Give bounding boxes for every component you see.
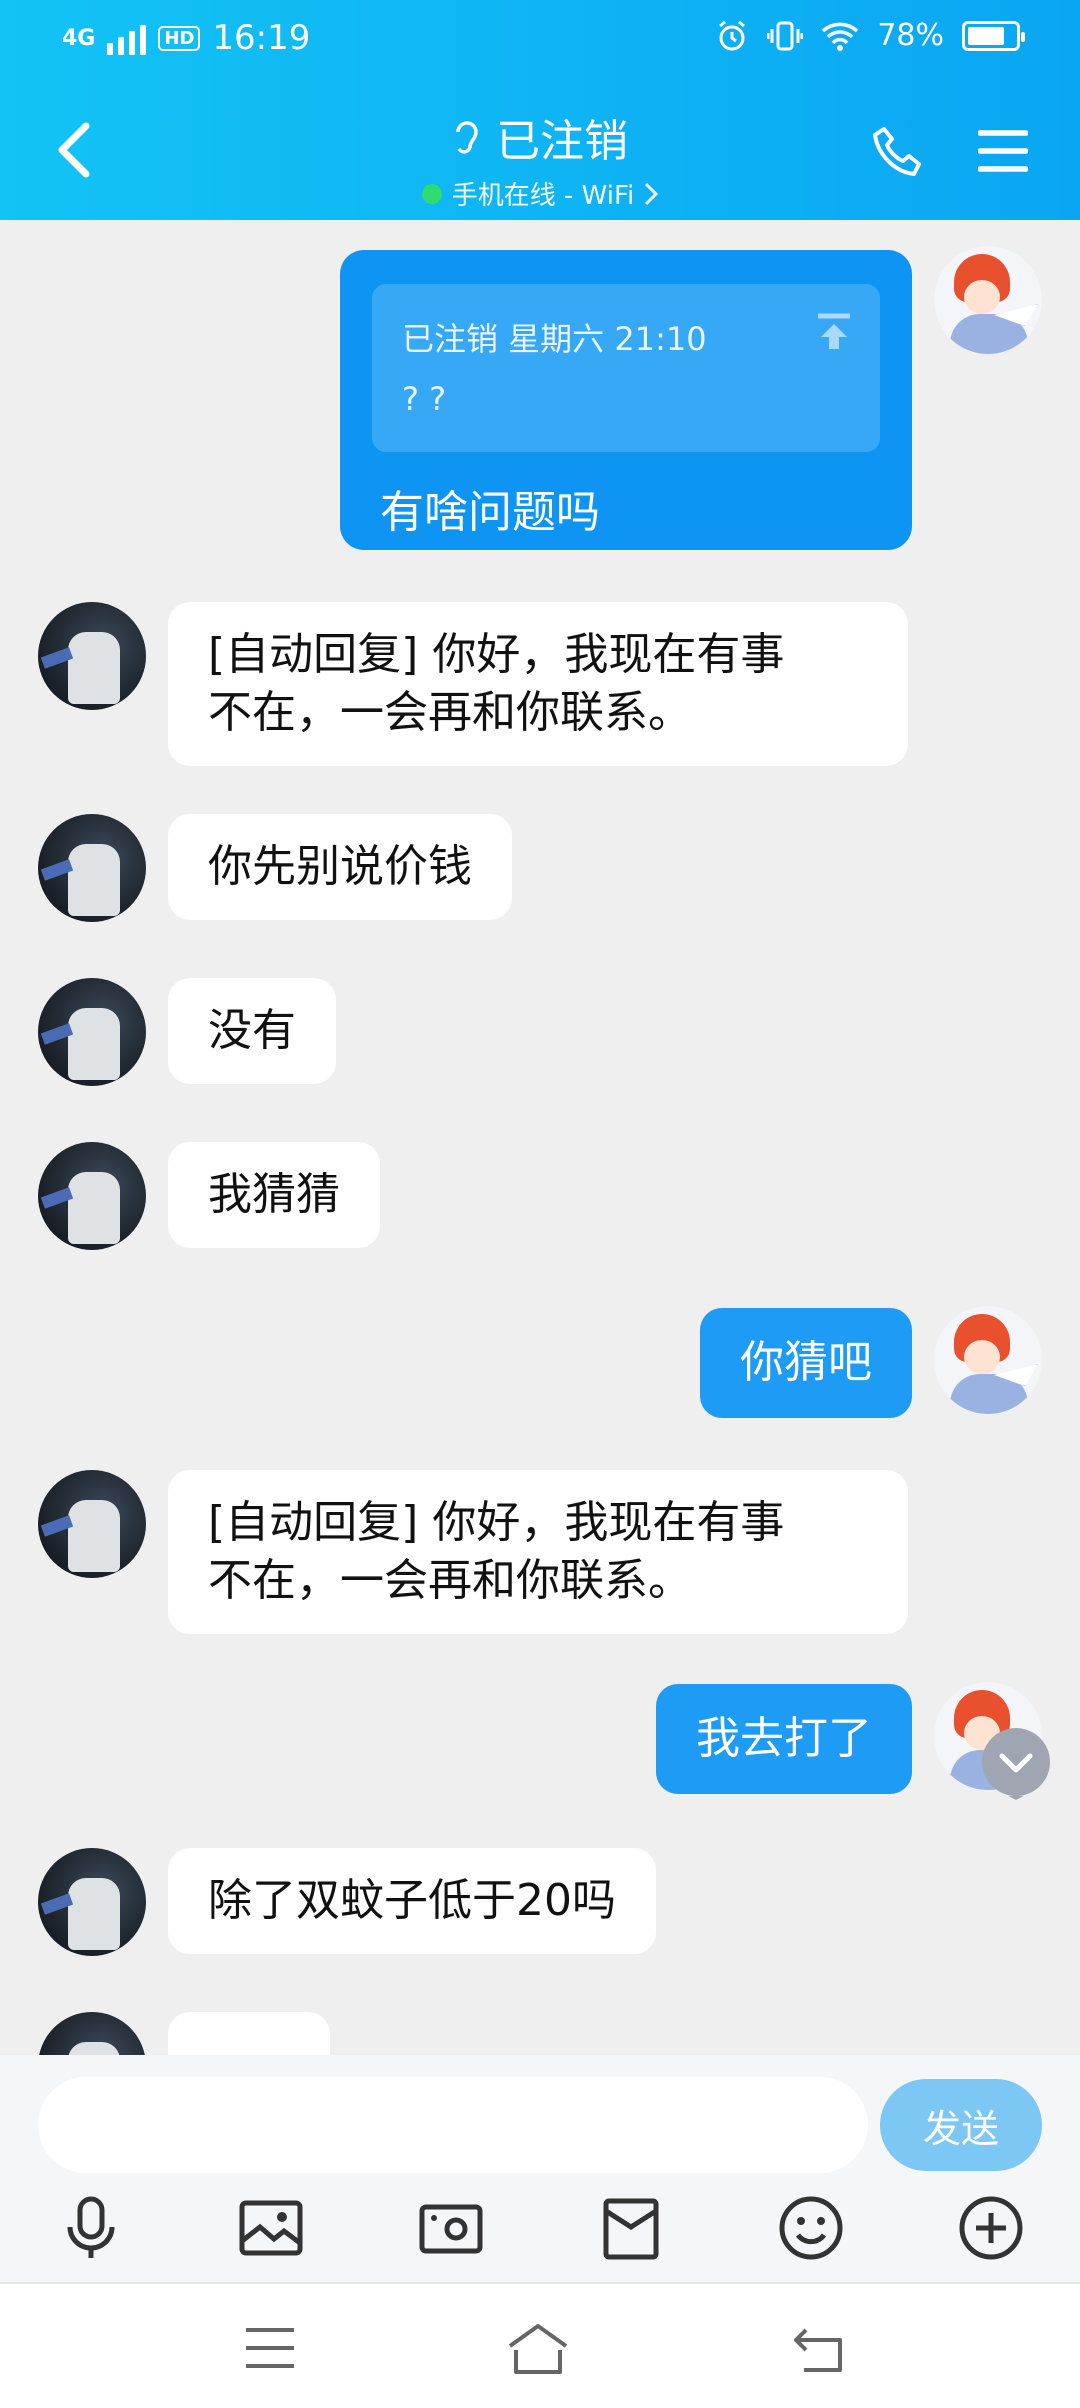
incoming-message-bubble[interactable]: [自动回复] 你好，我现在有事 不在，一会再和你联系。 [168,1470,908,1634]
chevron-right-icon [645,182,659,205]
chat-toolbar [0,2193,1080,2273]
message-text: [自动回复] 你好，我现在有事 [208,629,785,680]
hd-badge: HD [158,25,201,51]
back-nav-icon[interactable] [790,2316,854,2380]
message-text: 你先别说价钱 [208,841,472,892]
my-avatar[interactable] [934,1306,1042,1414]
online-status-text: 手机在线 - WiFi [451,181,635,211]
quoted-message[interactable]: 已注销 星期六 21:10 ? ? [372,284,880,452]
contact-avatar[interactable] [38,1848,146,1956]
contact-avatar[interactable] [38,1142,146,1250]
vibrate-icon [767,21,804,50]
network-type: 4G [62,25,96,51]
menu-button[interactable] [978,128,1028,174]
contact-avatar[interactable] [38,2012,146,2055]
wifi-icon [822,22,859,51]
status-bar: 4G HD 16:19 78% [0,0,1080,80]
input-bar: 发送 [0,2055,1080,2282]
contact-name: 已注销 [496,116,628,167]
message-text: 不在，一会再和你联系。 [208,1555,692,1606]
plus-icon[interactable] [956,2193,1026,2263]
message-text: 我猜猜 [208,1169,340,1220]
signal-icon [107,21,147,55]
my-avatar[interactable] [934,246,1042,354]
message-text: 你猜吧 [740,1337,872,1388]
contact-avatar[interactable] [38,1470,146,1578]
quote-header: 已注销 星期六 21:10 [402,320,707,358]
emoji-icon[interactable] [776,2193,846,2263]
incoming-message-bubble[interactable] [168,2012,330,2055]
image-icon[interactable] [236,2193,306,2263]
clock: 16:19 [212,18,311,58]
ear-icon [456,121,478,154]
incoming-message-bubble[interactable]: 你先别说价钱 [168,814,512,920]
contact-avatar[interactable] [38,602,146,710]
contact-title[interactable]: 已注销 [452,105,628,169]
scroll-to-bottom-button[interactable] [980,1728,1052,1800]
message-text: 不在，一会再和你联系。 [208,687,692,738]
incoming-message-bubble[interactable]: 除了双蚊子低于20吗 [168,1848,656,1954]
online-dot-icon [421,183,442,204]
incoming-message-bubble[interactable]: 没有 [168,978,336,1084]
message-text: 有啥问题吗 [380,487,600,538]
microphone-icon[interactable] [56,2193,126,2263]
home-icon[interactable] [506,2316,570,2380]
battery-percent: 78% [877,18,944,53]
online-status[interactable]: 手机在线 - WiFi [421,175,659,212]
battery-icon [962,20,1025,51]
message-text: 我去打了 [696,1713,872,1764]
system-nav-bar [0,2282,1080,2408]
chat-header: 4G HD 16:19 78% 已注销 手机在线 - WiFi [0,0,1080,220]
message-input[interactable] [38,2077,868,2173]
outgoing-message-bubble[interactable]: 你猜吧 [700,1308,912,1418]
camera-icon[interactable] [416,2193,486,2263]
message-text: 除了双蚊子低于20吗 [208,1875,616,1926]
message-text: 没有 [208,1005,296,1056]
message-list[interactable]: 已注销 星期六 21:10 ? ? 有啥问题吗 [自动回复] 你好，我现在有事 … [0,220,1080,2055]
phone-call-button[interactable] [871,125,925,179]
contact-avatar[interactable] [38,814,146,922]
send-button[interactable]: 发送 [880,2079,1042,2171]
outgoing-message-bubble[interactable]: 我去打了 [656,1684,912,1794]
jump-to-top-icon[interactable] [814,312,854,352]
recents-icon[interactable] [238,2316,302,2380]
quote-text: ? ? [402,380,447,418]
contact-avatar[interactable] [38,978,146,1086]
outgoing-reply-bubble[interactable]: 已注销 星期六 21:10 ? ? 有啥问题吗 [340,250,912,550]
alarm-icon [719,20,746,50]
red-envelope-icon[interactable] [596,2193,666,2263]
message-text: [自动回复] 你好，我现在有事 [208,1497,785,1548]
incoming-message-bubble[interactable]: [自动回复] 你好，我现在有事 不在，一会再和你联系。 [168,602,908,766]
incoming-message-bubble[interactable]: 我猜猜 [168,1142,380,1248]
